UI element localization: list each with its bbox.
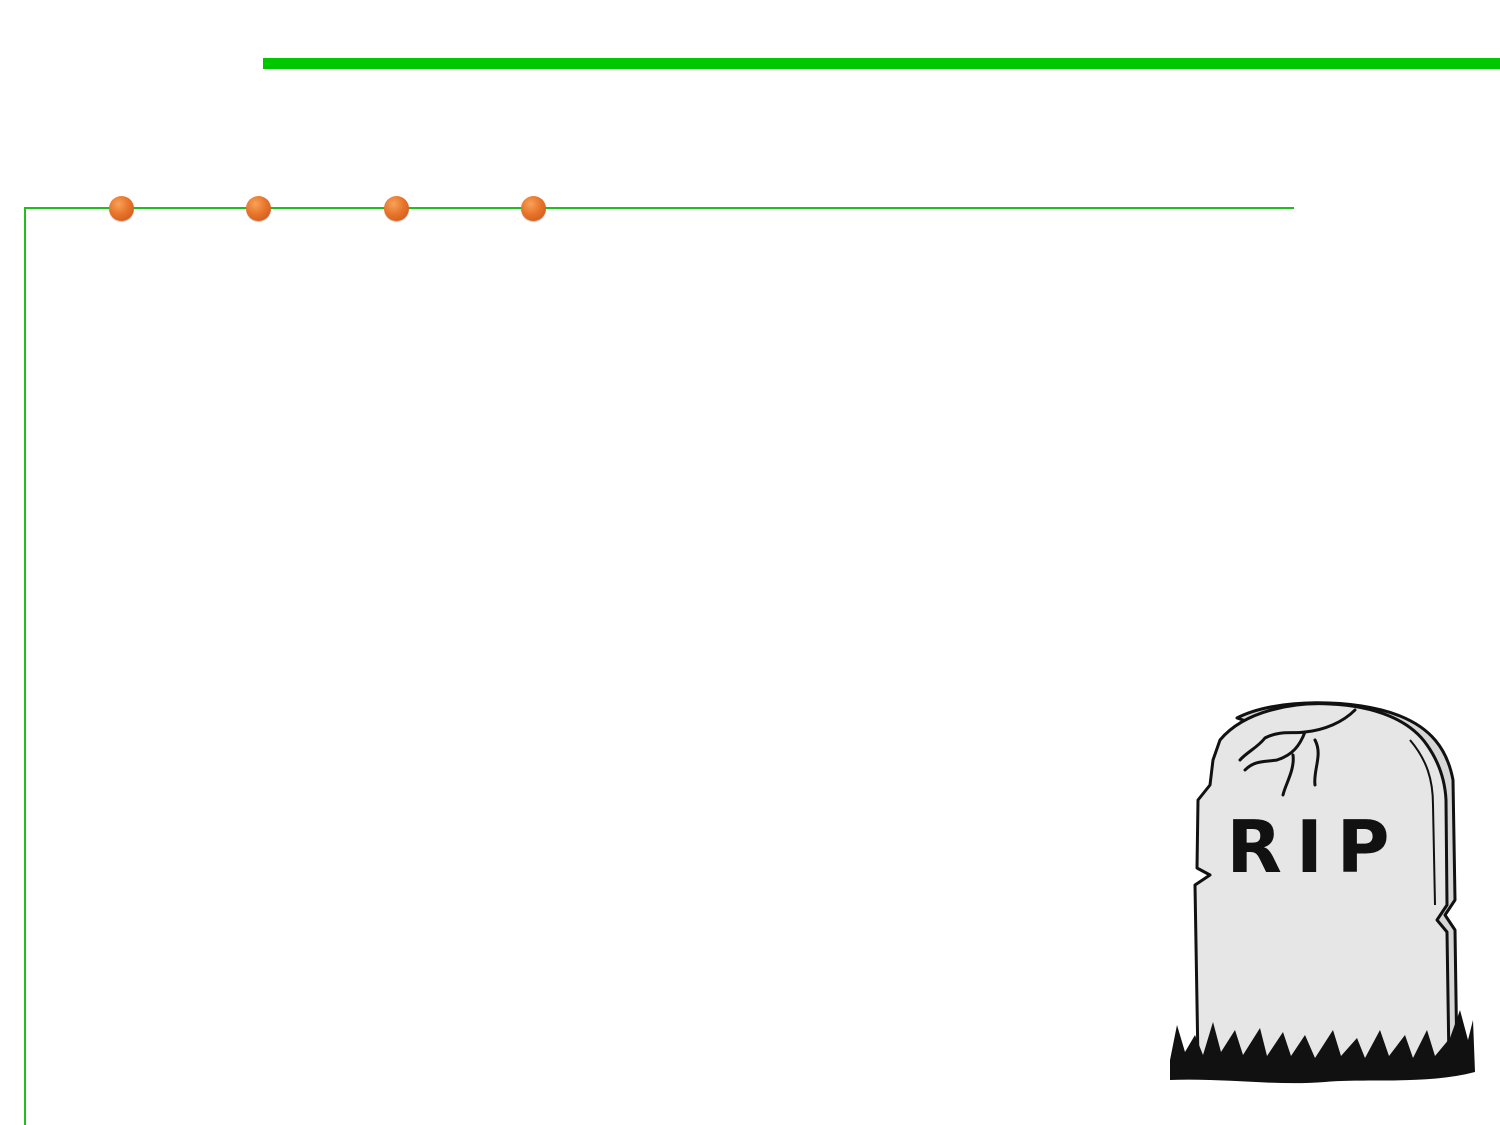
frame-vertical-line [24,207,26,1125]
tombstone-icon: RIP [1170,701,1475,1084]
frame-horizontal-line [24,207,1294,209]
tombstone-inscription: RIP [1227,805,1404,889]
orange-bullet-dot [521,196,546,221]
top-accent-bar [263,58,1500,69]
orange-bullet-dot [109,196,134,221]
orange-bullet-dot [246,196,271,221]
orange-bullet-dot [384,196,409,221]
